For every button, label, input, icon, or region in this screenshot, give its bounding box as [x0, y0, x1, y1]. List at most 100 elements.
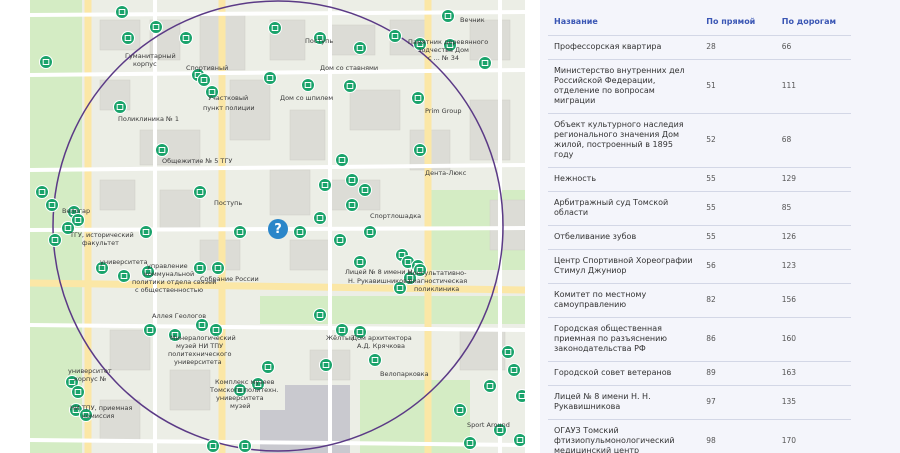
table-row[interactable]: Арбитражный суд Томской области 55 85 [548, 191, 851, 226]
poi-marker[interactable] [507, 363, 521, 377]
poi-marker[interactable] [345, 173, 359, 187]
map-label: Дом со шпилем [280, 94, 333, 102]
poi-marker[interactable] [335, 153, 349, 167]
map-label: Prim Group [425, 107, 461, 115]
table-row[interactable]: Профессорская квартира 28 66 [548, 35, 851, 60]
table-row[interactable]: Отбеливание зубов 55 126 [548, 225, 851, 250]
place-name: Отбеливание зубов [548, 225, 701, 250]
map-label: зодчества Дом [418, 46, 469, 54]
map-label: Жёлтый [326, 334, 354, 342]
selected-location-marker[interactable]: ? [268, 219, 288, 239]
table-row[interactable]: Нежность 55 129 [548, 167, 851, 192]
poi-marker[interactable] [238, 439, 252, 453]
poi-marker[interactable] [39, 55, 53, 69]
poi-marker[interactable] [463, 436, 477, 450]
poi-marker[interactable] [453, 403, 467, 417]
table-row[interactable]: Комитет по местному самоуправлению 82 156 [548, 283, 851, 318]
poi-marker[interactable] [478, 56, 492, 70]
map-label: Вечник [460, 16, 485, 24]
poi-marker[interactable] [268, 21, 282, 35]
table-row[interactable]: Городская общественная приемная по разъя… [548, 317, 851, 362]
poi-marker[interactable] [353, 255, 367, 269]
road-distance: 170 [775, 419, 851, 453]
map-label: Памятник деревянного [408, 38, 488, 46]
poi-marker[interactable] [179, 31, 193, 45]
table-row[interactable]: ОГАУЗ Томский фтизиопульмонологический м… [548, 419, 851, 453]
table-row[interactable]: Городской совет ветеранов 89 163 [548, 361, 851, 386]
poi-marker[interactable] [45, 198, 59, 212]
poi-marker[interactable] [353, 41, 367, 55]
road-distance: 156 [775, 283, 851, 318]
direct-distance: 51 [700, 59, 776, 114]
poi-marker[interactable] [71, 385, 85, 399]
poi-marker[interactable] [411, 91, 425, 105]
poi-marker[interactable] [139, 225, 153, 239]
poi-marker[interactable] [368, 353, 382, 367]
poi-marker[interactable] [319, 358, 333, 372]
map-label: университета [216, 394, 264, 402]
poi-marker[interactable] [388, 29, 402, 43]
map-label: факультет [82, 239, 119, 247]
poi-marker[interactable] [413, 143, 427, 157]
poi-marker[interactable] [313, 308, 327, 322]
poi-marker[interactable] [117, 269, 131, 283]
poi-marker[interactable] [143, 323, 157, 337]
poi-marker[interactable] [343, 79, 357, 93]
road-distance: 135 [775, 385, 851, 420]
poi-marker[interactable] [261, 360, 275, 374]
poi-marker[interactable] [35, 185, 49, 199]
poi-marker[interactable] [195, 318, 209, 332]
table-row[interactable]: Объект культурного наследия региональног… [548, 113, 851, 168]
poi-marker[interactable] [515, 389, 526, 403]
map-label: управление [147, 262, 188, 270]
poi-marker[interactable] [513, 433, 526, 447]
poi-marker[interactable] [149, 20, 163, 34]
poi-marker[interactable] [483, 379, 497, 393]
poi-marker[interactable] [121, 31, 135, 45]
direct-distance: 52 [700, 113, 776, 168]
poi-marker[interactable] [293, 225, 307, 239]
poi-marker[interactable] [363, 225, 377, 239]
direct-distance: 55 [700, 191, 776, 226]
poi-marker[interactable] [318, 178, 332, 192]
map-label: Томского политехн. [209, 386, 278, 394]
distance-table: Название По прямой По дорогам Профессорс… [548, 10, 851, 453]
poi-marker[interactable] [115, 5, 129, 19]
column-road-header: По дорогам [775, 10, 851, 36]
poi-marker[interactable] [333, 233, 347, 247]
poi-marker[interactable] [358, 183, 372, 197]
results-panel: Название По прямой По дорогам Профессорс… [540, 0, 900, 453]
map-label: Участковый [208, 94, 248, 102]
poi-marker[interactable] [193, 261, 207, 275]
map-label: Н. Рукавишникова [348, 277, 411, 285]
poi-marker[interactable] [113, 100, 127, 114]
map-label: Гуманитарный [125, 52, 176, 60]
place-name: Профессорская квартира [548, 35, 701, 60]
poi-marker[interactable] [501, 345, 515, 359]
poi-marker[interactable] [206, 439, 220, 453]
poi-marker[interactable] [301, 78, 315, 92]
table-row[interactable]: Лицей № 8 имени Н. Н. Рукавишникова 97 135 [548, 385, 851, 420]
poi-marker[interactable] [48, 233, 62, 247]
place-name: Городская общественная приемная по разъя… [548, 317, 701, 362]
map-label: музей НИ ТПУ [176, 342, 223, 350]
poi-marker[interactable] [193, 185, 207, 199]
place-name: Центр Спортивной Хореографии Стимул Джун… [548, 249, 701, 284]
poi-marker[interactable] [263, 71, 277, 85]
table-row[interactable]: Центр Спортивной Хореографии Стимул Джун… [548, 249, 851, 284]
column-direct-header: По прямой [700, 10, 776, 36]
map-label: корпус [133, 60, 157, 68]
poi-marker[interactable] [197, 73, 211, 87]
place-name: ОГАУЗ Томский фтизиопульмонологический м… [548, 419, 701, 453]
poi-marker[interactable] [233, 225, 247, 239]
map-canvas[interactable]: ? Гуманитарныйкорпус Спортивный Поступь Дом… [30, 0, 525, 453]
map-label: Дом со ставнями [320, 64, 378, 72]
poi-marker[interactable] [155, 143, 169, 157]
place-name: Арбитражный суд Томской области [548, 191, 701, 226]
poi-marker[interactable] [313, 211, 327, 225]
poi-marker[interactable] [441, 9, 455, 23]
map-view[interactable]: ? Гуманитарный корпус Спортивный Поступь Дом… [30, 0, 525, 453]
table-row[interactable]: Министерство внутренних дел Российской Ф… [548, 59, 851, 114]
poi-marker[interactable] [345, 198, 359, 212]
poi-marker[interactable] [211, 261, 225, 275]
